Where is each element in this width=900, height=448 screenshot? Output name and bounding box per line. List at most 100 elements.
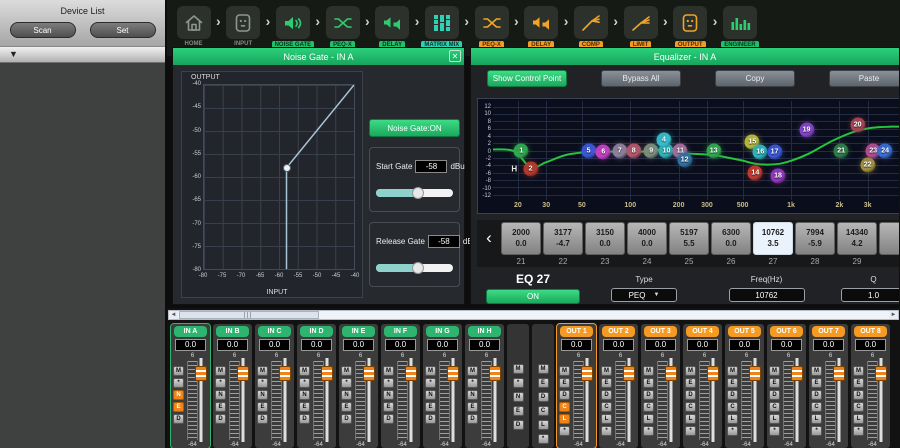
- channel-button-e[interactable]: E: [341, 402, 352, 412]
- master-strip-inputs[interactable]: M*NED: [507, 324, 529, 448]
- fader-handle[interactable]: [195, 366, 207, 381]
- nav-item-comp[interactable]: COMP: [569, 6, 612, 49]
- channel-gain-value[interactable]: 0.0: [259, 339, 290, 351]
- channel-button-e[interactable]: E: [769, 378, 780, 388]
- channel-gain-value[interactable]: 0.0: [729, 339, 760, 351]
- channel-strip-out-8[interactable]: OUT 80.0MEDCL*6-64: [851, 324, 890, 448]
- channel-button-m[interactable]: M: [257, 366, 268, 376]
- fader-handle[interactable]: [363, 366, 375, 381]
- master-button-c[interactable]: C: [538, 406, 549, 416]
- noise-gate-plot[interactable]: [203, 84, 355, 270]
- q-input[interactable]: 1.0: [841, 288, 900, 302]
- eq-control-point-2[interactable]: 2: [523, 161, 538, 176]
- release-gate-slider-handle[interactable]: [412, 262, 424, 274]
- channel-button-m[interactable]: M: [811, 366, 822, 376]
- start-gate-value[interactable]: -58: [415, 160, 447, 173]
- fader-handle[interactable]: [749, 366, 761, 381]
- fader-handle[interactable]: [791, 366, 803, 381]
- channel-button-d[interactable]: D: [559, 390, 570, 400]
- nav-item-output[interactable]: OUTPUT: [669, 6, 712, 49]
- channel-strip-in-g[interactable]: IN G0.0M*NED6-64: [423, 324, 462, 448]
- master-button-e[interactable]: E: [513, 406, 524, 416]
- fader[interactable]: [195, 358, 207, 442]
- fader[interactable]: [447, 358, 459, 442]
- master-button-e[interactable]: E: [538, 378, 549, 388]
- eq-control-point-16[interactable]: 16: [753, 145, 768, 160]
- channel-button-d[interactable]: D: [727, 390, 738, 400]
- channel-button-n[interactable]: N: [467, 390, 478, 400]
- channel-button-d[interactable]: D: [299, 414, 310, 424]
- eq-control-point-18[interactable]: 18: [770, 169, 785, 184]
- channel-button-c[interactable]: C: [559, 402, 570, 412]
- eq-control-point-1[interactable]: 1: [514, 143, 529, 158]
- channel-button-l[interactable]: L: [601, 414, 612, 424]
- channel-gain-value[interactable]: 0.0: [301, 339, 332, 351]
- channel-button-c[interactable]: C: [727, 402, 738, 412]
- channel-button-n[interactable]: N: [425, 390, 436, 400]
- channel-button-*[interactable]: *: [769, 426, 780, 436]
- fader[interactable]: [665, 358, 677, 442]
- band-button-22[interactable]: 3177-4.7: [543, 222, 583, 255]
- channel-strip-out-5[interactable]: OUT 50.0MEDCL*6-64: [725, 324, 764, 448]
- channel-button-d[interactable]: D: [853, 390, 864, 400]
- channel-button-n[interactable]: N: [173, 390, 184, 400]
- channel-button-*[interactable]: *: [811, 426, 822, 436]
- channel-button-e[interactable]: E: [383, 402, 394, 412]
- master-strip-outputs[interactable]: MEDCL*: [532, 324, 554, 448]
- channel-button-e[interactable]: E: [601, 378, 612, 388]
- fader[interactable]: [833, 358, 845, 442]
- show-control-point-button[interactable]: Show Control Point: [487, 70, 567, 87]
- channel-button-*[interactable]: *: [467, 378, 478, 388]
- fader[interactable]: [237, 358, 249, 442]
- master-button-d[interactable]: D: [538, 392, 549, 402]
- channel-button-e[interactable]: E: [643, 378, 654, 388]
- fader-handle[interactable]: [321, 366, 333, 381]
- channel-strip-out-2[interactable]: OUT 20.0MEDCL*6-64: [599, 324, 638, 448]
- device-tree-expander[interactable]: ▼: [0, 46, 165, 63]
- set-button[interactable]: Set: [90, 22, 156, 38]
- eq-control-point-19[interactable]: 19: [799, 123, 814, 138]
- fader[interactable]: [875, 358, 887, 442]
- eq-control-point-9[interactable]: 9: [644, 143, 659, 158]
- fader-handle[interactable]: [237, 366, 249, 381]
- paste-button[interactable]: Paste: [829, 70, 900, 87]
- band-button-24[interactable]: 40000.0: [627, 222, 667, 255]
- channel-button-c[interactable]: C: [685, 402, 696, 412]
- fader-handle[interactable]: [833, 366, 845, 381]
- fader-handle[interactable]: [279, 366, 291, 381]
- channel-button-m[interactable]: M: [173, 366, 184, 376]
- channel-button-*[interactable]: *: [299, 378, 310, 388]
- eq-control-point-12[interactable]: 12: [677, 153, 692, 168]
- scroll-left-arrow[interactable]: ◄: [169, 311, 178, 320]
- nav-item-home[interactable]: HOME: [172, 6, 215, 47]
- channel-strip-in-d[interactable]: IN D0.0M*NED6-64: [297, 324, 336, 448]
- channel-button-*[interactable]: *: [341, 378, 352, 388]
- channel-button-*[interactable]: *: [853, 426, 864, 436]
- freq-input[interactable]: 10762: [729, 288, 805, 302]
- band-button-23[interactable]: 31500.0: [585, 222, 625, 255]
- channel-button-m[interactable]: M: [685, 366, 696, 376]
- channel-button-*[interactable]: *: [685, 426, 696, 436]
- eq-control-point-6[interactable]: 6: [596, 145, 611, 160]
- band-button-28[interactable]: 7994-5.9: [795, 222, 835, 255]
- channel-button-m[interactable]: M: [727, 366, 738, 376]
- channel-button-m[interactable]: M: [643, 366, 654, 376]
- nav-item-delay[interactable]: DELAY: [371, 6, 414, 49]
- master-button-l[interactable]: L: [538, 420, 549, 430]
- channel-gain-value[interactable]: 0.0: [855, 339, 886, 351]
- channel-button-n[interactable]: N: [215, 390, 226, 400]
- channel-button-e[interactable]: E: [559, 378, 570, 388]
- nav-item-delay[interactable]: DELAY: [520, 6, 563, 49]
- channel-button-d[interactable]: D: [257, 414, 268, 424]
- channel-button-*[interactable]: *: [257, 378, 268, 388]
- channel-gain-value[interactable]: 0.0: [343, 339, 374, 351]
- channel-button-l[interactable]: L: [559, 414, 570, 424]
- fader-handle[interactable]: [665, 366, 677, 381]
- channel-button-n[interactable]: N: [257, 390, 268, 400]
- channel-strip-in-b[interactable]: IN B0.0M*NED6-64: [213, 324, 252, 448]
- channel-button-e[interactable]: E: [853, 378, 864, 388]
- copy-button[interactable]: Copy: [715, 70, 795, 87]
- eq-control-point-14[interactable]: 14: [748, 165, 763, 180]
- nav-item-noise-gate[interactable]: NOISE GATE: [271, 6, 314, 49]
- channel-button-d[interactable]: D: [383, 414, 394, 424]
